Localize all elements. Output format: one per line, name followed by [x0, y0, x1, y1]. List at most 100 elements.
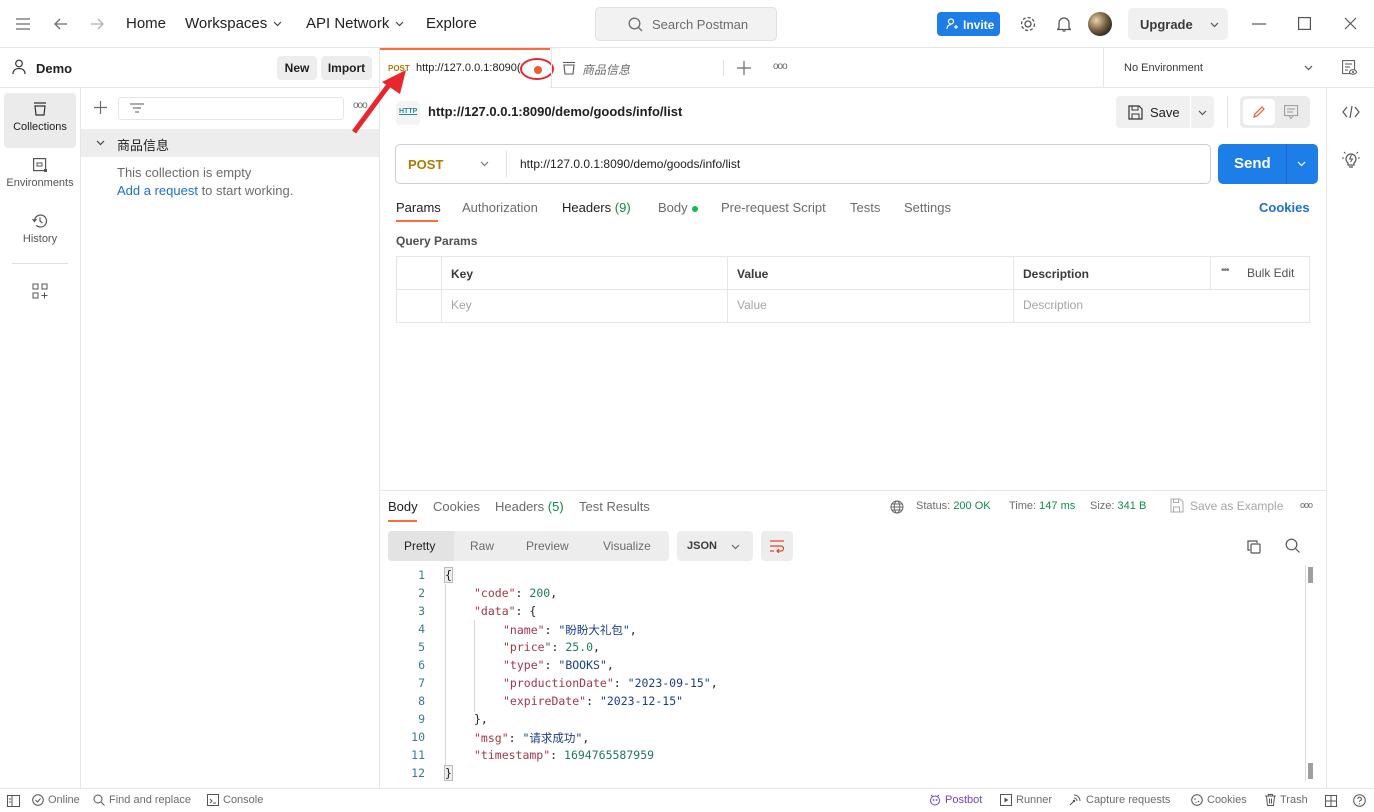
notifications-bell-icon[interactable] [1057, 15, 1071, 33]
lightbulb-icon[interactable] [1342, 150, 1360, 168]
chevron-down-icon[interactable] [96, 140, 105, 146]
tab-body[interactable]: Body [658, 200, 698, 215]
response-headers-label: Headers [495, 499, 545, 514]
tab-params[interactable]: Params [396, 200, 441, 215]
nav-api-network[interactable]: API Network [306, 15, 404, 32]
capture-requests-button[interactable]: Capture requests [1069, 794, 1170, 806]
view-visualize[interactable]: Visualize [603, 539, 651, 553]
tab-headers[interactable]: Headers (9) [562, 200, 631, 215]
comments-icon[interactable] [1284, 105, 1299, 119]
response-tab-body[interactable]: Body [388, 499, 418, 514]
edit-mode-button[interactable] [1243, 99, 1275, 125]
table-more-icon[interactable]: ••• [1221, 265, 1229, 276]
save-button[interactable]: Save [1116, 96, 1214, 128]
collection-row[interactable]: 商品信息 [81, 129, 379, 157]
nav-explore[interactable]: Explore [426, 15, 477, 32]
nav-api-network-label: API Network [306, 15, 390, 32]
chevron-down-icon[interactable] [1297, 161, 1306, 167]
invite-label: Invite [963, 18, 995, 32]
request-name[interactable]: http://127.0.0.1:8090/demo/goods/info/li… [428, 104, 682, 119]
save-icon [1128, 105, 1143, 120]
rail-collections[interactable]: Collections [4, 93, 76, 148]
filter-input[interactable] [118, 97, 344, 120]
table-col-divider [1210, 257, 1211, 289]
rail-environments[interactable]: Environments [4, 149, 76, 204]
tab-settings[interactable]: Settings [904, 200, 951, 215]
copy-icon[interactable] [1246, 539, 1262, 555]
view-preview[interactable]: Preview [526, 539, 569, 553]
upgrade-button[interactable]: Upgrade [1128, 8, 1228, 40]
response-tab-test-results[interactable]: Test Results [579, 499, 650, 514]
environment-selector[interactable]: No Environment [1104, 48, 1324, 88]
menu-icon[interactable] [16, 18, 30, 30]
nav-home[interactable]: Home [126, 15, 166, 32]
cookies-button[interactable]: Cookies [1191, 794, 1247, 806]
tabs-more-icon[interactable]: ooo [773, 61, 788, 72]
description-input[interactable]: Description [1023, 298, 1083, 312]
settings-gear-icon[interactable] [1019, 15, 1037, 33]
line-number: 7 [418, 676, 425, 690]
send-button[interactable]: Send [1218, 144, 1318, 184]
method-select[interactable]: POST [396, 145, 506, 183]
value-input[interactable]: Value [737, 298, 767, 312]
response-more-icon[interactable]: ooo [1300, 500, 1313, 510]
workspace-name: Demo [36, 61, 73, 76]
new-button[interactable]: New [277, 56, 317, 80]
minimize-icon[interactable] [1252, 23, 1266, 25]
save-as-example-button[interactable]: Save as Example [1190, 499, 1283, 513]
postbot-button[interactable]: Postbot [929, 794, 982, 806]
tab-pre-request-script[interactable]: Pre-request Script [721, 200, 826, 215]
code-line: "data": { [474, 604, 537, 618]
tab-tests[interactable]: Tests [850, 200, 880, 215]
view-raw[interactable]: Raw [470, 539, 494, 553]
chevron-down-icon[interactable] [1198, 110, 1207, 116]
line-number: 6 [418, 658, 425, 672]
code-brace-open: { [444, 567, 453, 583]
wrap-lines-button[interactable] [761, 531, 793, 561]
find-and-replace-button[interactable]: Find and replace [93, 794, 191, 806]
invite-button[interactable]: Invite [937, 12, 1000, 36]
response-tab-cookies[interactable]: Cookies [433, 499, 480, 514]
tab-authorization[interactable]: Authorization [462, 200, 538, 215]
bulk-edit-button[interactable]: Bulk Edit [1247, 266, 1294, 280]
layout-grid-icon[interactable] [1325, 795, 1337, 807]
add-request-link[interactable]: Add a request [117, 183, 198, 198]
search-response-icon[interactable] [1285, 538, 1301, 554]
maximize-icon[interactable] [1298, 17, 1311, 30]
help-icon[interactable] [1353, 794, 1366, 807]
key-input[interactable]: Key [451, 298, 472, 312]
trash-button[interactable]: Trash [1265, 794, 1308, 806]
line-number: 9 [418, 712, 425, 726]
nav-workspaces[interactable]: Workspaces [185, 15, 282, 32]
plus-icon[interactable] [94, 101, 107, 114]
response-tab-headers[interactable]: Headers (5) [495, 499, 564, 514]
environment-quick-look-icon[interactable] [1342, 60, 1357, 76]
close-window-icon[interactable] [1344, 17, 1357, 30]
upgrade-label: Upgrade [1140, 17, 1193, 32]
toggle-sidebar-icon[interactable] [7, 795, 20, 807]
online-status[interactable]: Online [32, 794, 80, 806]
view-pretty[interactable]: Pretty [404, 539, 435, 553]
code-scrollbar-thumb[interactable] [1308, 763, 1313, 779]
back-arrow-icon[interactable] [54, 17, 68, 31]
console-button[interactable]: Console [207, 794, 263, 806]
runner-button[interactable]: Runner [1000, 794, 1052, 806]
search-input[interactable]: Search Postman [595, 7, 777, 41]
code-snippet-icon[interactable] [1342, 105, 1360, 119]
tab-collection[interactable]: 商品信息 [551, 48, 723, 88]
code-scrollbar-thumb[interactable] [1308, 567, 1313, 583]
size-readout[interactable]: Size: 341 B [1090, 500, 1146, 512]
forward-arrow-icon[interactable] [90, 17, 104, 31]
new-tab-plus-icon[interactable] [737, 61, 751, 75]
format-select[interactable]: JSON [677, 531, 753, 561]
add-request-hint: Add a request to start working. [117, 183, 293, 198]
code-line: "code": 200, [474, 586, 558, 600]
cookies-link[interactable]: Cookies [1259, 200, 1310, 215]
user-avatar[interactable] [1088, 12, 1112, 36]
url-input[interactable]: http://127.0.0.1:8090/demo/goods/info/li… [520, 157, 740, 171]
add-workbench-icon[interactable] [32, 283, 48, 299]
status-readout[interactable]: Status: 200 OK [916, 500, 991, 512]
rail-history[interactable]: History [4, 205, 76, 260]
time-readout[interactable]: Time: 147 ms [1009, 500, 1075, 512]
globe-icon[interactable] [890, 500, 904, 514]
